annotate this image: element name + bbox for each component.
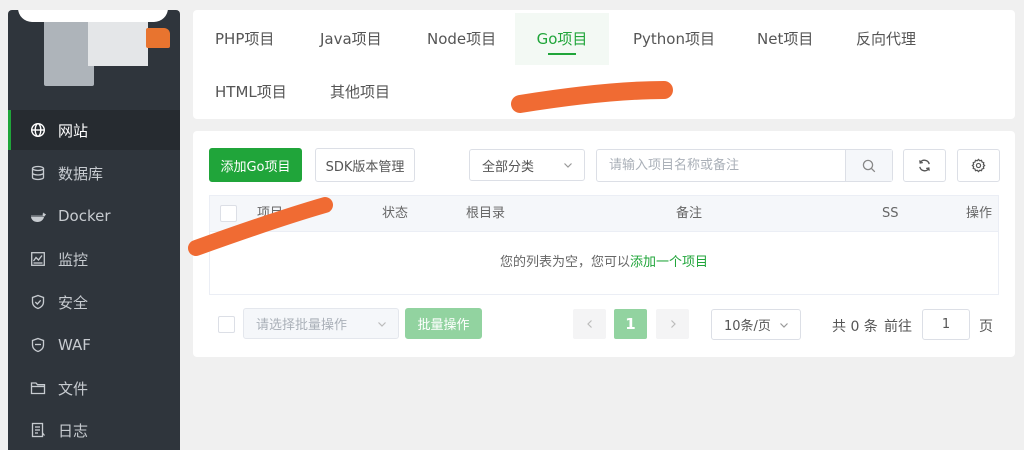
column-header-ssl[interactable]: SS [882,196,899,232]
chevron-down-icon [378,322,386,327]
sidebar-item-label: 监控 [58,250,89,269]
sidebar-item-waf[interactable]: WAF [8,325,180,365]
goto-page-input[interactable]: 1 [922,309,970,340]
sidebar-item-label: 安全 [58,293,89,312]
empty-state-text: 您的列表为空，您可以 [499,255,630,270]
tab-java[interactable]: Java项目 [298,13,404,65]
settings-button[interactable] [957,149,1000,182]
column-header-root-dir: 根目录 [466,206,506,221]
tab-node[interactable]: Node项目 [405,13,518,65]
sidebar-item-label: WAF [58,336,91,354]
sidebar-item-logs[interactable]: 日志 [8,410,180,450]
footer-select-checkbox[interactable] [218,316,235,333]
batch-action-button[interactable]: 批量操作 [405,308,482,339]
tab-go[interactable]: Go项目 [515,13,609,65]
project-type-tabs: PHP项目 Java项目 Node项目 Go项目 Python项目 Net项目 … [193,10,1015,119]
docker-icon [30,208,46,224]
empty-state: 您的列表为空，您可以添加一个项目 [210,232,998,294]
tab-php[interactable]: PHP项目 [193,13,296,65]
sidebar-item-label: 网站 [58,121,89,140]
logo [8,10,180,110]
total-count: 共 0 条 [832,319,878,335]
sidebar-item-database[interactable]: 数据库 [8,153,180,193]
search-button[interactable] [845,150,892,181]
tab-reverse-proxy[interactable]: 反向代理 [834,13,938,65]
refresh-icon [919,159,930,172]
add-go-project-button[interactable]: 添加Go项目 [209,148,302,182]
table-header: 项目 状态 根目录 备注 SS 操作 [210,196,998,232]
project-table: 项目 状态 根目录 备注 SS 操作 您的列表为空，您可以添加一个项目 [209,195,999,295]
sidebar-item-label: 文件 [58,379,89,398]
gear-icon [971,158,986,173]
waf-shield-icon [30,337,46,353]
sidebar-item-website[interactable]: 网站 [8,110,180,150]
category-select[interactable]: 全部分类 [469,149,585,181]
column-header-actions: 操作 [966,206,993,221]
goto-label: 前往 [884,319,912,335]
tab-other[interactable]: 其他项目 [308,66,412,118]
refresh-button[interactable] [903,149,946,182]
page-number-current[interactable]: 1 [614,309,647,339]
page-size-value: 10条/页 [724,319,771,334]
sidebar-item-files[interactable]: 文件 [8,368,180,408]
page-suffix: 页 [979,319,993,335]
tab-net[interactable]: Net项目 [735,13,835,65]
batch-action-select[interactable]: 请选择批量操作 [243,308,399,339]
app-window: 网站 数据库 Docker 监控 安全 WAF 文件 日志 PHP项目 Java… [0,0,1024,450]
search-icon [862,159,876,172]
sidebar-item-label: Docker [58,207,111,225]
select-all-checkbox[interactable] [220,205,237,222]
column-header-status[interactable]: 状态 [382,196,408,232]
column-header-remark: 备注 [676,206,703,221]
search-input[interactable] [597,150,851,181]
sidebar-item-label: 日志 [58,421,89,440]
log-icon [30,422,46,438]
sidebar-item-security[interactable]: 安全 [8,282,180,322]
monitor-icon [30,251,46,267]
batch-action-placeholder: 请选择批量操作 [256,318,348,333]
sidebar-item-monitor[interactable]: 监控 [8,239,180,279]
database-icon [30,165,46,181]
next-page-button[interactable] [656,309,689,339]
sidebar: 网站 数据库 Docker 监控 安全 WAF 文件 日志 [8,10,180,450]
sidebar-item-label: 数据库 [58,164,104,183]
goto-page-value: 1 [941,317,951,332]
globe-icon [30,122,46,138]
chevron-right-icon [670,320,676,328]
sdk-version-button[interactable]: SDK版本管理 [315,148,415,182]
chevron-down-icon [564,163,572,168]
chevron-left-icon [586,320,592,328]
add-project-link[interactable]: 添加一个项目 [630,255,708,270]
search-box [596,149,893,182]
tab-python[interactable]: Python项目 [611,13,737,65]
shield-icon [30,294,46,310]
chevron-down-icon [780,323,788,328]
column-header-name[interactable]: 项目 [257,196,283,232]
tab-html[interactable]: HTML项目 [193,66,309,118]
project-list-panel: 添加Go项目 SDK版本管理 全部分类 项目 状态 根目录 备注 [193,131,1015,357]
sidebar-item-docker[interactable]: Docker [8,196,180,236]
folder-icon [30,380,46,396]
category-select-value: 全部分类 [482,159,535,175]
page-size-select[interactable]: 10条/页 [711,309,801,340]
prev-page-button[interactable] [573,309,606,339]
